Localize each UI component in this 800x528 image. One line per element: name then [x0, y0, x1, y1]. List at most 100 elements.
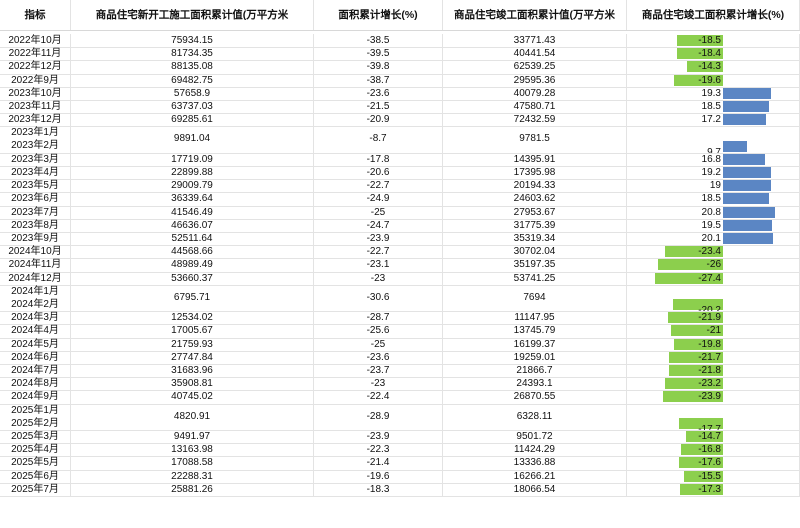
new-growth-cell[interactable]: -23 — [314, 377, 443, 391]
table-row[interactable]: 2022年10月 75934.15 -38.5 33771.43 -18.5 — [0, 34, 800, 49]
new-area-cell[interactable]: 69285.61 — [71, 113, 314, 127]
period-cell[interactable]: 2025年1月 2025年2月 — [0, 403, 71, 430]
period-cell[interactable]: 2024年11月 — [0, 258, 71, 272]
new-growth-cell[interactable]: -24.7 — [314, 218, 443, 232]
new-growth-cell[interactable]: -20.9 — [314, 113, 443, 127]
new-growth-cell[interactable]: -23.1 — [314, 258, 443, 272]
table-row[interactable]: 2024年1月 2024年2月 6795.71 -30.6 7694 -20.2 — [0, 284, 800, 313]
new-growth-cell[interactable]: -23 — [314, 271, 443, 285]
done-growth-cell[interactable]: -19.8 — [627, 337, 800, 351]
period-cell[interactable]: 2024年1月 2024年2月 — [0, 284, 71, 312]
done-growth-cell[interactable]: 19.5 — [627, 218, 800, 232]
done-growth-cell[interactable]: -27.4 — [627, 271, 800, 285]
done-area-cell[interactable]: 16266.21 — [443, 469, 627, 483]
new-growth-cell[interactable]: -8.7 — [314, 126, 443, 153]
done-growth-cell[interactable]: 20.8 — [627, 205, 800, 219]
done-area-cell[interactable]: 35319.34 — [443, 232, 627, 246]
period-cell[interactable]: 2023年11月 — [0, 100, 71, 114]
done-growth-cell[interactable]: -21 — [627, 324, 800, 338]
new-growth-cell[interactable]: -38.7 — [314, 73, 443, 87]
period-cell[interactable]: 2024年10月 — [0, 245, 71, 259]
done-area-cell[interactable]: 21866.7 — [443, 364, 627, 378]
period-cell[interactable]: 2023年1月 2023年2月 — [0, 126, 71, 153]
done-growth-cell[interactable]: 16.8 — [627, 152, 800, 166]
new-growth-cell[interactable]: -23.9 — [314, 232, 443, 246]
done-growth-cell[interactable]: 19 — [627, 179, 800, 193]
done-growth-cell[interactable]: -19.6 — [627, 73, 800, 87]
table-row[interactable]: 2022年11月 81734.35 -39.5 40441.54 -18.4 — [0, 47, 800, 62]
new-area-cell[interactable]: 13163.98 — [71, 443, 314, 457]
period-cell[interactable]: 2023年4月 — [0, 166, 71, 180]
new-area-cell[interactable]: 25881.26 — [71, 482, 314, 496]
done-area-cell[interactable]: 72432.59 — [443, 113, 627, 127]
period-cell[interactable]: 2024年6月 — [0, 350, 71, 364]
header-area-growth[interactable]: 面积累计增长(%) — [314, 0, 443, 30]
done-area-cell[interactable]: 16199.37 — [443, 337, 627, 351]
header-completed-growth[interactable]: 商品住宅竣工面积累计增长(%) — [627, 0, 800, 30]
done-area-cell[interactable]: 13336.88 — [443, 456, 627, 470]
new-area-cell[interactable]: 22288.31 — [71, 469, 314, 483]
table-row[interactable]: 2023年12月 69285.61 -20.9 72432.59 17.2 — [0, 113, 800, 128]
period-cell[interactable]: 2023年7月 — [0, 205, 71, 219]
done-growth-cell[interactable]: -26 — [627, 258, 800, 272]
new-growth-cell[interactable]: -24.9 — [314, 192, 443, 206]
done-growth-cell[interactable]: -14.3 — [627, 60, 800, 74]
done-area-cell[interactable]: 31775.39 — [443, 218, 627, 232]
new-area-cell[interactable]: 36339.64 — [71, 192, 314, 206]
table-row[interactable]: 2023年7月 41546.49 -25 27953.67 20.8 — [0, 205, 800, 220]
done-growth-cell[interactable]: 19.2 — [627, 166, 800, 180]
done-growth-cell[interactable]: -21.8 — [627, 364, 800, 378]
table-row[interactable]: 2023年11月 63737.03 -21.5 47580.71 18.5 — [0, 100, 800, 115]
new-area-cell[interactable]: 31683.96 — [71, 364, 314, 378]
done-area-cell[interactable]: 13745.79 — [443, 324, 627, 338]
done-growth-cell[interactable]: -21.9 — [627, 311, 800, 325]
new-growth-cell[interactable]: -23.9 — [314, 430, 443, 444]
table-row[interactable]: 2024年5月 21759.93 -25 16199.37 -19.8 — [0, 337, 800, 352]
period-cell[interactable]: 2022年10月 — [0, 34, 71, 48]
table-row[interactable]: 2022年9月 69482.75 -38.7 29595.36 -19.6 — [0, 73, 800, 88]
period-cell[interactable]: 2023年9月 — [0, 232, 71, 246]
done-growth-cell[interactable]: -21.7 — [627, 350, 800, 364]
period-cell[interactable]: 2023年12月 — [0, 113, 71, 127]
table-row[interactable]: 2023年5月 29009.79 -22.7 20194.33 19 — [0, 179, 800, 194]
new-area-cell[interactable]: 41546.49 — [71, 205, 314, 219]
new-area-cell[interactable]: 9891.04 — [71, 126, 314, 153]
done-area-cell[interactable]: 24393.1 — [443, 377, 627, 391]
new-growth-cell[interactable]: -23.7 — [314, 364, 443, 378]
period-cell[interactable]: 2022年9月 — [0, 73, 71, 87]
table-row[interactable]: 2024年4月 17005.67 -25.6 13745.79 -21 — [0, 324, 800, 339]
new-area-cell[interactable]: 21759.93 — [71, 337, 314, 351]
new-growth-cell[interactable]: -18.3 — [314, 482, 443, 496]
done-growth-cell[interactable]: -23.9 — [627, 390, 800, 404]
new-growth-cell[interactable]: -30.6 — [314, 284, 443, 312]
done-growth-cell[interactable]: 18.5 — [627, 100, 800, 114]
done-area-cell[interactable]: 11147.95 — [443, 311, 627, 325]
done-area-cell[interactable]: 62539.25 — [443, 60, 627, 74]
period-cell[interactable]: 2024年9月 — [0, 390, 71, 404]
done-area-cell[interactable]: 9781.5 — [443, 126, 627, 153]
period-cell[interactable]: 2024年12月 — [0, 271, 71, 285]
new-area-cell[interactable]: 69482.75 — [71, 73, 314, 87]
new-growth-cell[interactable]: -25.6 — [314, 324, 443, 338]
new-area-cell[interactable]: 63737.03 — [71, 100, 314, 114]
table-row[interactable]: 2022年12月 88135.08 -39.8 62539.25 -14.3 — [0, 60, 800, 75]
done-growth-cell[interactable]: -18.5 — [627, 34, 800, 48]
table-row[interactable]: 2025年6月 22288.31 -19.6 16266.21 -15.5 — [0, 469, 800, 484]
new-growth-cell[interactable]: -25 — [314, 205, 443, 219]
new-growth-cell[interactable]: -22.7 — [314, 179, 443, 193]
table-row[interactable]: 2023年10月 57658.9 -23.6 40079.28 19.3 — [0, 86, 800, 101]
new-growth-cell[interactable]: -17.8 — [314, 152, 443, 166]
table-row[interactable]: 2023年9月 52511.64 -23.9 35319.34 20.1 — [0, 232, 800, 247]
period-cell[interactable]: 2024年3月 — [0, 311, 71, 325]
new-growth-cell[interactable]: -22.7 — [314, 245, 443, 259]
new-area-cell[interactable]: 57658.9 — [71, 86, 314, 100]
done-growth-cell[interactable]: 9.7 — [627, 126, 800, 153]
table-row[interactable]: 2023年3月 17719.09 -17.8 14395.91 16.8 — [0, 152, 800, 167]
done-growth-cell[interactable]: -17.7 — [627, 403, 800, 430]
period-cell[interactable]: 2023年5月 — [0, 179, 71, 193]
table-row[interactable]: 2024年9月 40745.02 -22.4 26870.55 -23.9 — [0, 390, 800, 405]
new-area-cell[interactable]: 40745.02 — [71, 390, 314, 404]
done-area-cell[interactable]: 26870.55 — [443, 390, 627, 404]
done-growth-cell[interactable]: -14.7 — [627, 430, 800, 444]
new-area-cell[interactable]: 44568.66 — [71, 245, 314, 259]
